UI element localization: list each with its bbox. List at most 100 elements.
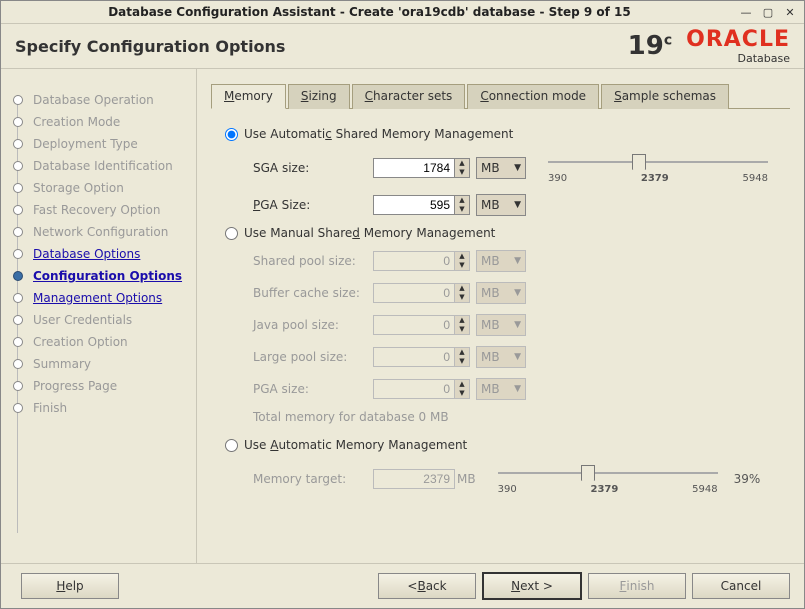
- opt-manual-radio[interactable]: [225, 227, 238, 240]
- chevron-down-icon: ▼: [514, 320, 521, 330]
- oracle-logo: ORACLE: [686, 27, 790, 52]
- total-memory-label: Total memory for database 0 MB: [253, 410, 784, 424]
- up-icon: ▲: [455, 348, 469, 357]
- step-label: User Credentials: [33, 313, 132, 327]
- maximize-button[interactable]: ▢: [760, 5, 776, 19]
- tab-memory[interactable]: Memory: [211, 84, 286, 109]
- java-pool-row: Java pool size:▲▼MB▼: [253, 314, 784, 336]
- next-button[interactable]: Next >: [482, 572, 582, 600]
- minimize-button[interactable]: —: [738, 5, 754, 19]
- sidebar-step-9[interactable]: Management Options: [13, 287, 188, 309]
- sga-spinner[interactable]: ▲▼: [373, 158, 470, 178]
- large-pool-spinner: ▲▼: [373, 347, 470, 367]
- sidebar-step-7[interactable]: Database Options: [13, 243, 188, 265]
- large-pool-input: [373, 347, 454, 367]
- sga-input[interactable]: [373, 158, 454, 178]
- large-pool-unit-select: MB▼: [476, 346, 526, 368]
- step-dot-icon: [13, 183, 23, 193]
- pga-row: PGA Size: ▲▼ MB▼: [253, 194, 784, 216]
- page-title: Specify Configuration Options: [15, 37, 285, 56]
- sidebar-step-0: Database Operation: [13, 89, 188, 111]
- sga-spin-buttons[interactable]: ▲▼: [454, 158, 470, 178]
- shared-pool-label: Shared pool size:: [253, 254, 373, 268]
- step-label: Fast Recovery Option: [33, 203, 160, 217]
- up-icon[interactable]: ▲: [455, 196, 469, 205]
- pga-label: PGA Size:: [253, 198, 373, 212]
- opt-asmm-radio[interactable]: [225, 128, 238, 141]
- down-icon: ▼: [455, 293, 469, 302]
- slider-thumb[interactable]: [581, 465, 595, 481]
- close-button[interactable]: ✕: [782, 5, 798, 19]
- large-pool-label: Large pool size:: [253, 350, 373, 364]
- shared-pool-unit-select: MB▼: [476, 250, 526, 272]
- opt-amm-row[interactable]: Use Automatic Memory Management: [225, 438, 784, 452]
- tab-sizing[interactable]: Sizing: [288, 84, 350, 109]
- step-dot-icon: [13, 271, 23, 281]
- step-dot-icon: [13, 95, 23, 105]
- up-icon: ▲: [455, 380, 469, 389]
- back-button[interactable]: < Back: [378, 573, 476, 599]
- tab-character-sets[interactable]: Character sets: [352, 84, 466, 109]
- step-dot-icon: [13, 139, 23, 149]
- target-slider[interactable]: 39023795948: [498, 462, 718, 495]
- buffer-cache-spinner: ▲▼: [373, 283, 470, 303]
- brand-block: 19c ORACLE Database: [628, 27, 790, 65]
- step-label: Progress Page: [33, 379, 117, 393]
- finish-button: Finish: [588, 573, 686, 599]
- target-input-wrap: [373, 469, 455, 489]
- tabs: MemorySizingCharacter setsConnection mod…: [211, 83, 790, 109]
- opt-amm-label: Use Automatic Memory Management: [244, 438, 467, 452]
- step-dot-icon: [13, 359, 23, 369]
- step-label: Storage Option: [33, 181, 124, 195]
- up-icon[interactable]: ▲: [455, 159, 469, 168]
- buffer-cache-row: Buffer cache size:▲▼ MB▼: [253, 282, 784, 304]
- down-icon[interactable]: ▼: [455, 168, 469, 177]
- titlebar: Database Configuration Assistant - Creat…: [1, 1, 804, 24]
- step-dot-icon: [13, 161, 23, 171]
- chevron-down-icon: ▼: [514, 256, 521, 266]
- step-dot-icon: [13, 403, 23, 413]
- java-pool-input: [373, 315, 454, 335]
- step-label: Database Operation: [33, 93, 154, 107]
- help-button[interactable]: Help: [21, 573, 119, 599]
- sga-unit-select[interactable]: MB▼: [476, 157, 526, 179]
- chevron-down-icon: ▼: [514, 200, 521, 210]
- target-row: Memory target: MB 39023795948 39%: [253, 462, 784, 495]
- cancel-button[interactable]: Cancel: [692, 573, 790, 599]
- down-icon: ▼: [455, 357, 469, 366]
- sidebar-step-10: User Credentials: [13, 309, 188, 331]
- opt-manual-row[interactable]: Use Manual Shared Memory Management: [225, 226, 784, 240]
- step-dot-icon: [13, 293, 23, 303]
- large-pool-spin-buttons: ▲▼: [454, 347, 470, 367]
- large-pool-row: Large pool size:▲▼MB▼: [253, 346, 784, 368]
- sidebar-step-5: Fast Recovery Option: [13, 199, 188, 221]
- opt-asmm-row[interactable]: Use Automatic Shared Memory Management: [225, 127, 784, 141]
- target-input: [373, 469, 455, 489]
- pga-spin-buttons[interactable]: ▲▼: [454, 195, 470, 215]
- sidebar-step-8[interactable]: Configuration Options: [13, 265, 188, 287]
- buffer-cache-unit-select: MB▼: [476, 282, 526, 304]
- down-icon: ▼: [455, 325, 469, 334]
- pga-unit-select[interactable]: MB▼: [476, 194, 526, 216]
- step-label: Creation Option: [33, 335, 128, 349]
- sidebar-step-13: Progress Page: [13, 375, 188, 397]
- memory-slider[interactable]: 39023795948: [548, 151, 768, 184]
- step-label: Summary: [33, 357, 91, 371]
- pga-spinner[interactable]: ▲▼: [373, 195, 470, 215]
- buffer-cache-label: Buffer cache size:: [253, 286, 373, 300]
- sidebar-step-3: Database Identification: [13, 155, 188, 177]
- target-unit: MB: [457, 472, 476, 486]
- java-pool-label: Java pool size:: [253, 318, 373, 332]
- tab-connection-mode[interactable]: Connection mode: [467, 84, 599, 109]
- manual-pga-spinner: ▲▼: [373, 379, 470, 399]
- down-icon: ▼: [455, 261, 469, 270]
- down-icon[interactable]: ▼: [455, 205, 469, 214]
- slider-thumb[interactable]: [632, 154, 646, 170]
- tab-sample-schemas[interactable]: Sample schemas: [601, 84, 729, 109]
- chevron-down-icon: ▼: [514, 352, 521, 362]
- sidebar-step-4: Storage Option: [13, 177, 188, 199]
- java-pool-spinner: ▲▼: [373, 315, 470, 335]
- shared-pool-row: Shared pool size:▲▼MB▼: [253, 250, 784, 272]
- pga-input[interactable]: [373, 195, 454, 215]
- opt-amm-radio[interactable]: [225, 439, 238, 452]
